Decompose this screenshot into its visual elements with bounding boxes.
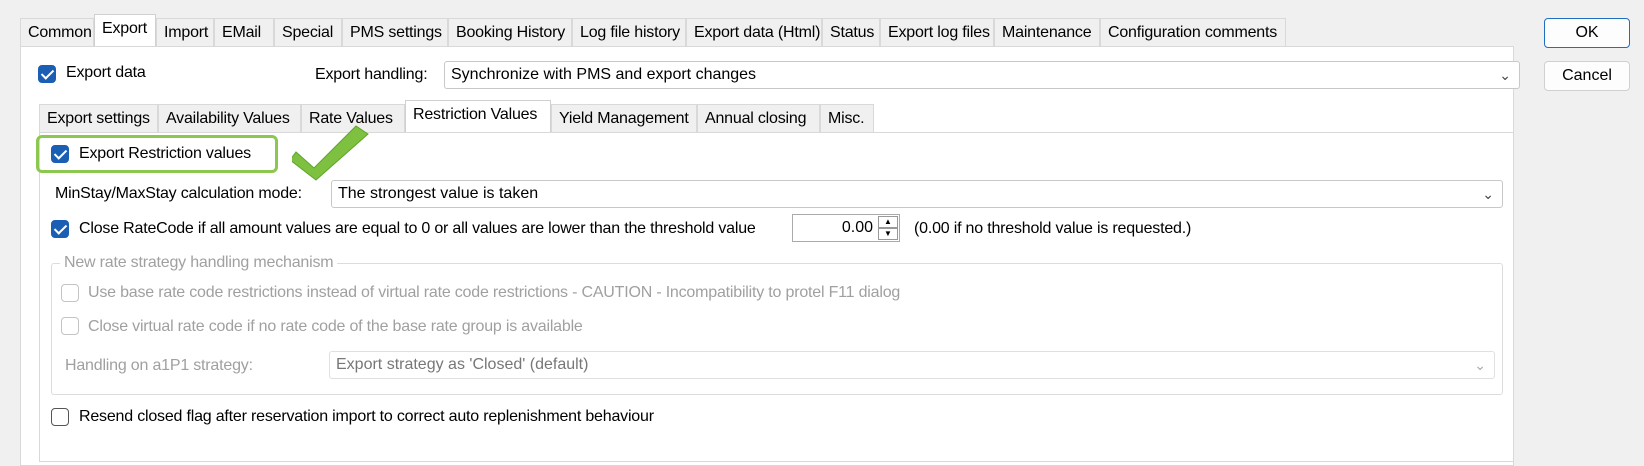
spin-down-icon[interactable]: ▼ — [878, 228, 898, 240]
a1p1-label: Handling on a1P1 strategy: — [65, 357, 253, 374]
export-restriction-checkbox[interactable] — [51, 145, 69, 163]
tab-export-log-files[interactable]: Export log files — [880, 18, 994, 46]
tab-status[interactable]: Status — [822, 18, 880, 46]
tab-email[interactable]: EMail — [214, 18, 274, 46]
group-title: New rate strategy handling mechanism — [60, 254, 338, 272]
export-handling-select[interactable]: Synchronize with PMS and export changes … — [444, 61, 1520, 89]
threshold-spinner[interactable]: 0.00 ▲ ▼ — [792, 214, 900, 242]
tab-export-settings[interactable]: Export settings — [39, 104, 158, 132]
tab-common[interactable]: Common — [20, 18, 94, 46]
tab-log-file-history[interactable]: Log file history — [572, 18, 686, 46]
tab-booking-history[interactable]: Booking History — [448, 18, 572, 46]
tab-special[interactable]: Special — [274, 18, 342, 46]
tab-maintenance[interactable]: Maintenance — [994, 18, 1100, 46]
export-handling-label: Export handling: — [315, 66, 428, 83]
sub-tab-strip: Export settings Availability Values Rate… — [39, 100, 939, 132]
use-base-rate-label: Use base rate code restrictions instead … — [88, 284, 901, 301]
tab-annual-closing[interactable]: Annual closing — [697, 104, 820, 132]
tab-configuration-comments[interactable]: Configuration comments — [1100, 18, 1286, 46]
export-data-checkbox[interactable] — [38, 65, 56, 83]
close-ratecode-checkbox[interactable] — [51, 220, 69, 238]
tab-yield-management[interactable]: Yield Management — [551, 104, 697, 132]
a1p1-select[interactable]: Export strategy as 'Closed' (default) ⌄ — [329, 351, 1495, 379]
export-data-label: Export data — [66, 64, 146, 81]
close-virtual-checkbox[interactable] — [61, 317, 79, 335]
resend-closed-checkbox[interactable] — [51, 408, 69, 426]
chevron-down-icon: ⌄ — [1474, 357, 1486, 373]
minstay-label: MinStay/MaxStay calculation mode: — [55, 185, 302, 202]
chevron-down-icon: ⌄ — [1499, 67, 1511, 83]
export-handling-value: Synchronize with PMS and export changes — [451, 66, 757, 83]
ok-button[interactable]: OK — [1544, 18, 1630, 48]
main-tab-strip: Common Export Import EMail Special PMS s… — [20, 14, 1460, 46]
green-checkmark-icon — [292, 125, 369, 181]
export-restriction-label: Export Restriction values — [79, 145, 251, 162]
resend-closed-label: Resend closed flag after reservation imp… — [79, 408, 654, 425]
tab-export[interactable]: Export — [94, 14, 156, 46]
close-ratecode-label: Close RateCode if all amount values are … — [79, 220, 756, 237]
tab-restriction-values[interactable]: Restriction Values — [405, 100, 551, 132]
tab-export-data-html[interactable]: Export data (Html) — [686, 18, 822, 46]
use-base-rate-checkbox[interactable] — [61, 284, 79, 302]
tab-availability-values[interactable]: Availability Values — [158, 104, 301, 132]
tab-import[interactable]: Import — [156, 18, 214, 46]
minstay-mode-select[interactable]: The strongest value is taken ⌄ — [331, 180, 1503, 208]
threshold-hint: (0.00 if no threshold value is requested… — [914, 220, 1192, 237]
a1p1-value: Export strategy as 'Closed' (default) — [336, 356, 589, 373]
chevron-down-icon: ⌄ — [1482, 186, 1494, 202]
tab-pms-settings[interactable]: PMS settings — [342, 18, 448, 46]
minstay-mode-value: The strongest value is taken — [338, 185, 539, 202]
tab-misc[interactable]: Misc. — [820, 104, 874, 132]
cancel-button[interactable]: Cancel — [1544, 61, 1630, 91]
threshold-value: 0.00 — [841, 219, 873, 236]
spin-up-icon[interactable]: ▲ — [878, 216, 898, 228]
close-virtual-label: Close virtual rate code if no rate code … — [88, 318, 583, 335]
